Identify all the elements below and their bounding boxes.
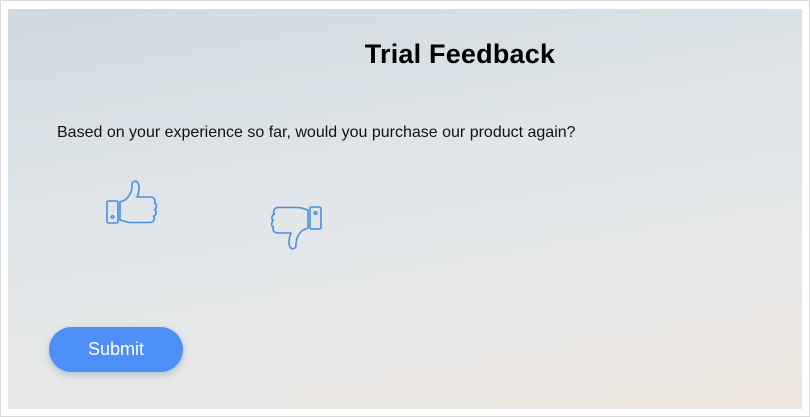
question-text: Based on your experience so far, would y… bbox=[57, 124, 576, 141]
thumbs-up-icon bbox=[106, 180, 158, 224]
feedback-panel: Trial Feedback Based on your experience … bbox=[8, 9, 802, 409]
page-title: Trial Feedback bbox=[364, 39, 556, 69]
thumbs-down-icon bbox=[270, 206, 322, 250]
page-frame: Trial Feedback Based on your experience … bbox=[0, 0, 810, 417]
submit-button[interactable]: Submit bbox=[49, 327, 183, 372]
thumbs-down-button[interactable] bbox=[266, 201, 324, 257]
thumbs-up-button[interactable] bbox=[105, 179, 161, 233]
